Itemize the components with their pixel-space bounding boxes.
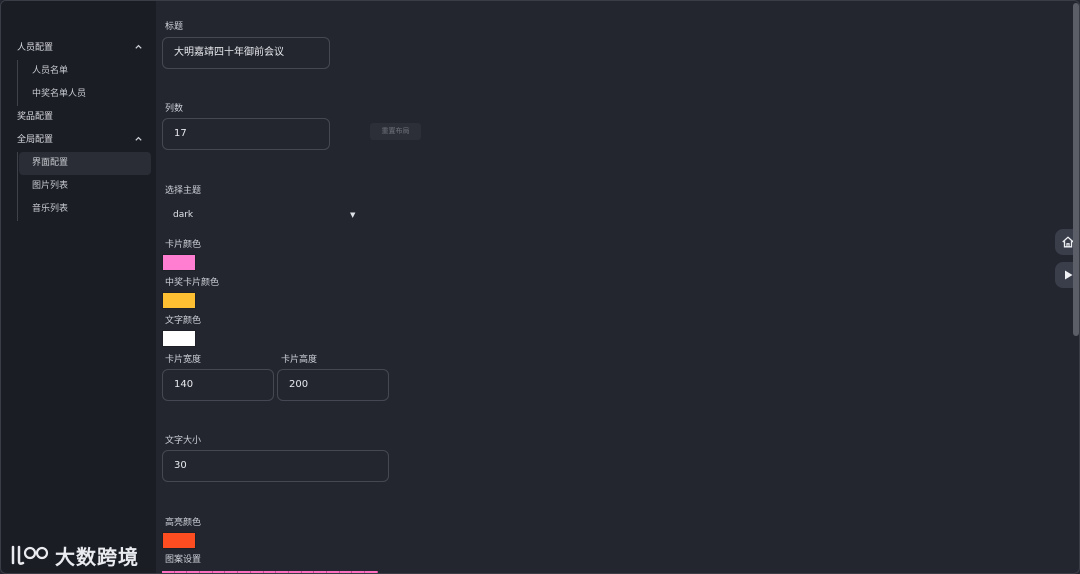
app-window: 人员配置 人员名单 中奖名单人员 奖品配置 全局配置 界面配置 图片列表 音乐列…: [0, 0, 1080, 574]
card-width-input[interactable]: 140: [162, 369, 274, 401]
card-height-input[interactable]: 200: [277, 369, 389, 401]
watermark-logo: 大数跨境: [9, 539, 139, 571]
sidebar-submenu-global: 界面配置 图片列表 音乐列表: [9, 152, 151, 221]
sidebar-group-people[interactable]: 人员配置: [9, 37, 151, 60]
theme-select[interactable]: dark: [173, 205, 359, 225]
card-color-swatch[interactable]: [162, 254, 196, 271]
chevron-up-icon: [134, 37, 143, 60]
sidebar: 人员配置 人员名单 中奖名单人员 奖品配置 全局配置 界面配置 图片列表 音乐列…: [1, 1, 156, 573]
sidebar-submenu-people: 人员名单 中奖名单人员: [9, 60, 151, 106]
font-size-label: 文字大小: [165, 436, 202, 446]
theme-select-value: dark: [173, 210, 194, 220]
columns-input[interactable]: 17: [162, 118, 330, 150]
text-color-swatch[interactable]: [162, 330, 196, 347]
sidebar-item-image-list[interactable]: 图片列表: [9, 175, 151, 198]
theme-label: 选择主题: [165, 186, 202, 196]
logo-mark-icon: [11, 545, 49, 565]
vertical-scrollbar[interactable]: [1073, 3, 1079, 336]
chevron-up-icon: [134, 129, 143, 152]
title-label: 标题: [165, 22, 184, 32]
sidebar-item-ui-config[interactable]: 界面配置: [19, 152, 151, 175]
winning-card-color-label: 中奖卡片颜色: [165, 278, 220, 288]
card-height-label: 卡片高度: [281, 355, 318, 365]
caret-down-icon: ▼: [350, 211, 356, 219]
card-color-label: 卡片颜色: [165, 240, 202, 250]
sidebar-group-global[interactable]: 全局配置: [9, 129, 151, 152]
sidebar-group-prizes[interactable]: 奖品配置: [9, 106, 151, 129]
card-width-label: 卡片宽度: [165, 355, 202, 365]
sidebar-item-music-list[interactable]: 音乐列表: [9, 198, 151, 221]
sidebar-menu: 人员配置 人员名单 中奖名单人员 奖品配置 全局配置 界面配置 图片列表 音乐列…: [9, 37, 151, 221]
font-size-input[interactable]: 30: [162, 450, 389, 482]
reset-layout-button[interactable]: 重置布局: [370, 123, 421, 140]
highlight-color-label: 高亮颜色: [165, 518, 202, 528]
sidebar-item-people-list[interactable]: 人员名单: [9, 60, 151, 83]
text-color-label: 文字颜色: [165, 316, 202, 326]
title-input[interactable]: 大明嘉靖四十年御前会议: [162, 37, 330, 69]
sidebar-group-label: 全局配置: [17, 135, 54, 145]
highlight-color-swatch[interactable]: [162, 532, 196, 549]
watermark-text: 大数跨境: [55, 544, 139, 569]
winning-card-color-swatch[interactable]: [162, 292, 196, 309]
config-form: [156, 1, 1076, 573]
sidebar-group-label: 奖品配置: [17, 112, 54, 122]
sidebar-group-label: 人员配置: [17, 43, 54, 53]
columns-label: 列数: [165, 104, 184, 114]
pattern-label: 图案设置: [165, 555, 202, 565]
sidebar-item-winner-list[interactable]: 中奖名单人员: [9, 83, 151, 106]
